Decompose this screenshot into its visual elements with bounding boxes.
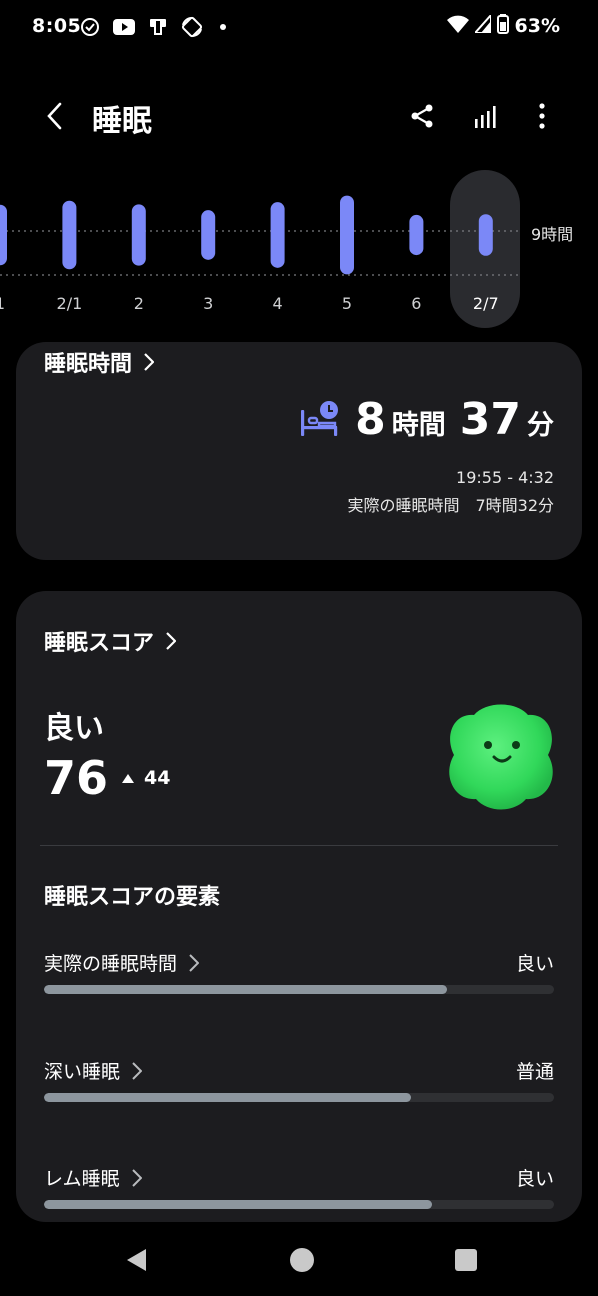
factor-deep-sleep[interactable]: 深い睡眠 普通: [44, 1057, 554, 1117]
triangle-back-icon: [127, 1249, 146, 1271]
sleep-duration-card[interactable]: 睡眠時間 8 時間 37 分 19:55 - 4:32 実際の睡眠時間 7時間3…: [16, 342, 582, 560]
app-bar: 睡眠: [0, 84, 598, 144]
score-card-header[interactable]: 睡眠スコア: [44, 625, 182, 657]
square-recents-icon: [455, 1249, 477, 1271]
score-rating: 良い: [44, 711, 104, 746]
triangle-up-icon: [122, 773, 135, 783]
sleep-score-card[interactable]: 睡眠スコア 良い 76 44 睡眠スコアの要素 実際の睡眠時間 良い 深い睡眠 …: [16, 591, 582, 1222]
factor-name: 実際の睡眠時間: [44, 949, 200, 976]
minutes-unit: 分: [527, 410, 554, 441]
reference-line-label: 9時間: [531, 225, 574, 244]
factor-progress-fill: [44, 985, 447, 994]
battery-icon: [496, 14, 509, 38]
chart-plot: [0, 195, 520, 276]
factor-label: レム睡眠: [44, 1168, 120, 1190]
x-tick-label: 6: [411, 294, 422, 313]
factor-label: 実際の睡眠時間: [44, 953, 178, 975]
navigation-bar: [0, 1222, 598, 1296]
x-tick-label: 2/1: [56, 294, 83, 313]
chevron-right-icon: [144, 352, 160, 372]
factor-value: 良い: [515, 953, 554, 975]
rotate-icon: [180, 16, 204, 38]
actual-sleep-value: 7時間32分: [475, 496, 554, 515]
chart-bar[interactable]: [131, 204, 146, 266]
score-change: 44: [144, 767, 171, 789]
chevron-left-icon: [47, 102, 62, 130]
chevron-right-icon: [166, 631, 182, 651]
factor-progress-track: [44, 1200, 554, 1209]
divider: [40, 845, 558, 846]
more-vert-icon: [539, 103, 545, 129]
trends-button[interactable]: [466, 96, 506, 136]
bed-clock-icon: [301, 400, 339, 436]
factor-actual-sleep[interactable]: 実際の睡眠時間 良い: [44, 949, 554, 1009]
green-mascot-icon: [449, 704, 553, 810]
system-icons: 63%: [446, 12, 560, 38]
factor-value: 良い: [515, 1168, 554, 1190]
x-tick-label: 4: [272, 294, 283, 313]
x-tick-label: 1: [0, 294, 25, 313]
wifi-icon: [446, 15, 469, 37]
notification-icons: [78, 16, 226, 38]
x-tick-label: 2/7: [472, 294, 499, 313]
back-button[interactable]: [34, 96, 74, 136]
more-options-button[interactable]: [522, 96, 562, 136]
status-bar: 8:05 63%: [0, 0, 598, 56]
circle-home-icon: [290, 1248, 314, 1272]
factor-rem-sleep[interactable]: レム睡眠 良い: [44, 1164, 554, 1222]
chart-bar[interactable]: [270, 202, 285, 268]
x-tick-label: 2: [133, 294, 144, 313]
duration-minutes: 37: [459, 394, 521, 445]
chart-bar[interactable]: [340, 195, 354, 275]
factor-progress-track: [44, 985, 554, 994]
factor-name: 深い睡眠: [44, 1057, 143, 1084]
duration-hours: 8: [355, 394, 386, 445]
hours-unit: 時間: [391, 410, 446, 441]
device-icon: [146, 16, 170, 38]
duration-card-header[interactable]: 睡眠時間: [44, 346, 160, 378]
dot-icon: [220, 24, 226, 30]
duration-card-title: 睡眠時間: [44, 352, 133, 377]
check-circle-icon: [78, 16, 102, 38]
factor-progress-fill: [44, 1093, 412, 1102]
youtube-icon: [112, 16, 136, 38]
factor-name: レム睡眠: [44, 1164, 142, 1191]
battery-percentage: 63%: [514, 15, 560, 37]
signal-icon: [472, 12, 492, 37]
chevron-right-icon: [131, 1168, 142, 1187]
score-row: 76 44: [44, 751, 170, 805]
nav-home-button[interactable]: [282, 1240, 322, 1280]
page-title: 睡眠: [92, 104, 152, 139]
x-tick-label: 5: [341, 294, 353, 313]
total-duration: 8 時間 37 分: [299, 394, 554, 445]
sleep-time-range: 19:55 - 4:32: [456, 468, 554, 487]
score-value: 76: [44, 751, 109, 805]
status-time: 8:05: [32, 15, 82, 37]
chevron-right-icon: [132, 1061, 143, 1080]
actual-sleep-label: 実際の睡眠時間: [347, 496, 460, 515]
factor-value: 普通: [515, 1061, 554, 1083]
chart-bar[interactable]: [201, 210, 216, 260]
share-icon: [411, 104, 433, 128]
chart-bar[interactable]: [409, 214, 424, 256]
factor-label: 深い睡眠: [44, 1061, 121, 1083]
chart-bar[interactable]: [62, 200, 77, 270]
share-button[interactable]: [402, 96, 442, 136]
chart-bar[interactable]: [478, 214, 493, 256]
x-tick-label: 3: [203, 294, 214, 313]
bar-chart-icon: [475, 106, 496, 128]
factor-progress-fill: [44, 1200, 432, 1209]
nav-recents-button[interactable]: [446, 1240, 486, 1280]
chevron-right-icon: [189, 953, 200, 972]
score-card-title: 睡眠スコア: [44, 631, 155, 656]
score-factors-title: 睡眠スコアの要素: [44, 885, 221, 910]
factor-progress-track: [44, 1093, 554, 1102]
chart-bar[interactable]: [0, 204, 7, 266]
nav-back-button[interactable]: [116, 1240, 156, 1280]
sleep-duration-chart: 9時間 1 2/1 2 3 4 5 6 2/7: [0, 160, 598, 340]
actual-sleep-row: 実際の睡眠時間 7時間32分: [347, 492, 554, 516]
